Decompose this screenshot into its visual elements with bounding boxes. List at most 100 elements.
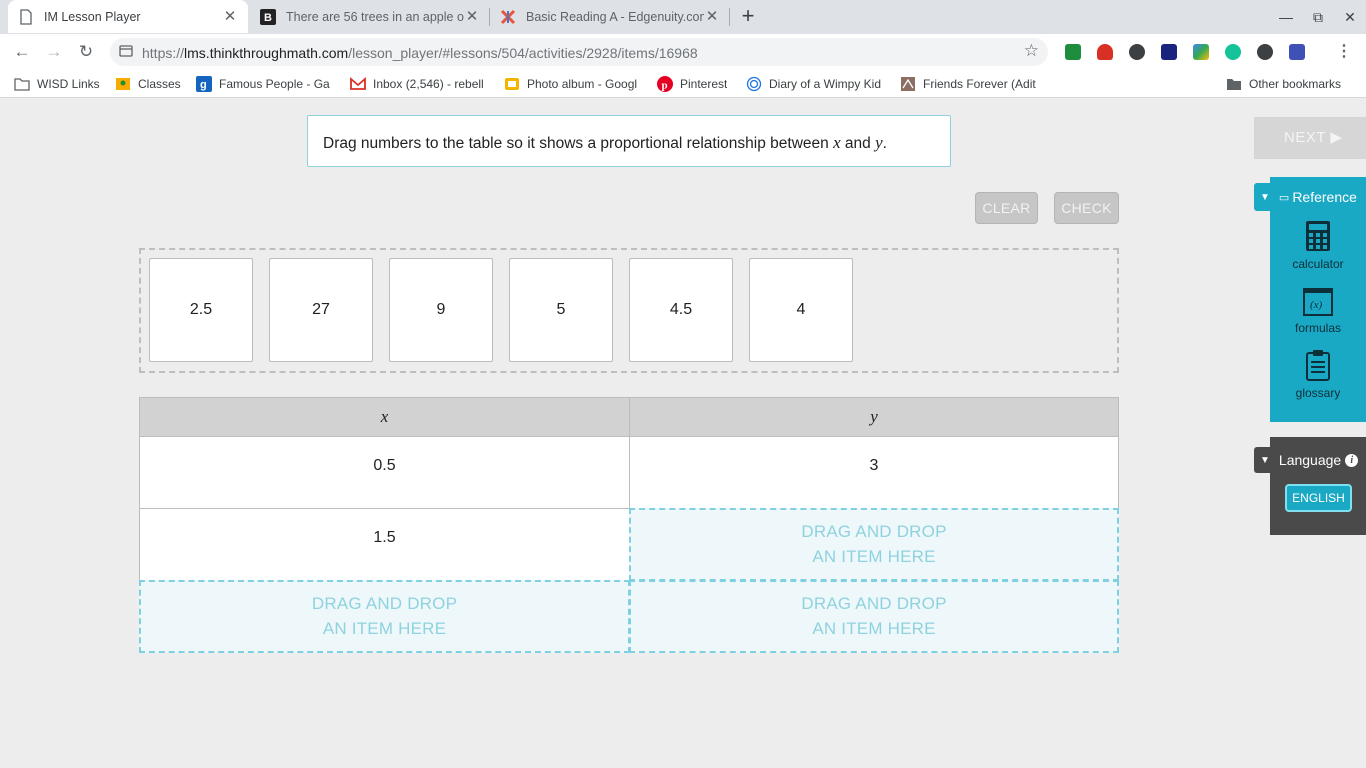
back-arrow-icon[interactable]: ← bbox=[10, 40, 34, 64]
edgenuity-favicon-icon bbox=[500, 9, 516, 24]
formulas-icon: (x) bbox=[1303, 288, 1333, 316]
reference-icon: ▭ bbox=[1278, 191, 1290, 204]
tab-title: Basic Reading A - Edgenuity.com bbox=[526, 9, 704, 24]
number-tile[interactable]: 5 bbox=[509, 258, 613, 362]
gale-g-icon: g bbox=[196, 76, 212, 92]
language-toggle[interactable]: ▼ Language i bbox=[1254, 447, 1366, 473]
url-host: lms.thinkthroughmath.com bbox=[184, 45, 349, 61]
calculator-tool[interactable]: calculator bbox=[1270, 220, 1366, 271]
question-prompt: Drag numbers to the table so it shows a … bbox=[307, 115, 951, 167]
clear-button[interactable]: CLEAR bbox=[975, 192, 1038, 224]
slides-icon bbox=[505, 78, 519, 90]
number-tile[interactable]: 2.5 bbox=[149, 258, 253, 362]
extension-navy-icon[interactable] bbox=[1161, 44, 1177, 60]
browser-menu-icon[interactable]: ⋮ bbox=[1334, 42, 1354, 62]
tool-label: calculator bbox=[1292, 257, 1344, 271]
bookmark-classes[interactable]: Classes bbox=[115, 76, 181, 92]
tab-title: IM Lesson Player bbox=[44, 9, 141, 24]
bookmark-label: Classes bbox=[138, 77, 181, 91]
folder-icon bbox=[1227, 79, 1241, 90]
book-thumb-icon bbox=[901, 77, 915, 91]
tool-label: glossary bbox=[1295, 386, 1341, 400]
reference-panel: calculator (x) formulas glossary bbox=[1270, 177, 1366, 422]
drop-zone-y-row3[interactable]: DRAG AND DROP AN ITEM HERE bbox=[629, 580, 1119, 653]
bookmark-pinterest[interactable]: p Pinterest bbox=[657, 76, 727, 92]
table-header-x: x bbox=[139, 397, 630, 437]
bookmark-wisd-links[interactable]: WISD Links bbox=[14, 76, 100, 92]
bookmark-diary-wimpy-kid[interactable]: Diary of a Wimpy Kid bbox=[746, 76, 884, 92]
extension-gear-icon[interactable] bbox=[1257, 44, 1273, 60]
tab-im-lesson-player[interactable]: IM Lesson Player ✕ bbox=[8, 0, 248, 33]
minimize-icon[interactable]: — bbox=[1274, 5, 1298, 29]
bookmark-famous-people[interactable]: g Famous People - Ga bbox=[196, 76, 332, 92]
drop-zone-text: AN ITEM HERE bbox=[812, 619, 936, 638]
prompt-text: Drag numbers to the table so it shows a … bbox=[323, 135, 834, 152]
bookmark-other-bookmarks[interactable]: Other bookmarks bbox=[1226, 76, 1341, 92]
close-window-icon[interactable]: ✕ bbox=[1338, 5, 1362, 29]
number-tile[interactable]: 4.5 bbox=[629, 258, 733, 362]
drop-zone-x-row3[interactable]: DRAG AND DROP AN ITEM HERE bbox=[139, 580, 630, 653]
restore-icon[interactable]: ⧉ bbox=[1306, 5, 1330, 29]
bookmark-photo-album[interactable]: Photo album - Googl bbox=[504, 76, 640, 92]
check-button[interactable]: CHECK bbox=[1054, 192, 1119, 224]
browser-toolbar: ← → ↻ https://lms.thinkthroughmath.com/l… bbox=[0, 34, 1366, 70]
number-tile[interactable]: 9 bbox=[389, 258, 493, 362]
close-tab-icon[interactable]: ✕ bbox=[704, 8, 720, 25]
extension-red-icon[interactable] bbox=[1097, 44, 1113, 60]
clipboard-icon bbox=[1306, 350, 1330, 381]
table-header-y: y bbox=[629, 397, 1119, 437]
prompt-variable-y: y bbox=[875, 133, 883, 152]
table-cell-x-row2: 1.5 bbox=[139, 508, 630, 581]
info-icon[interactable]: i bbox=[1345, 453, 1359, 467]
reference-toggle[interactable]: ▼ ▭ Reference bbox=[1254, 183, 1366, 211]
number-tile[interactable]: 27 bbox=[269, 258, 373, 362]
globe-icon bbox=[746, 76, 762, 92]
svg-text:g: g bbox=[200, 79, 207, 91]
extension-multicolor-icon[interactable] bbox=[1193, 44, 1209, 60]
english-language-button[interactable]: ENGLISH bbox=[1285, 484, 1352, 512]
next-button[interactable]: NEXT ▶ bbox=[1254, 117, 1366, 159]
bookmark-label: Photo album - Googl bbox=[527, 77, 638, 91]
pinterest-icon: p bbox=[657, 76, 673, 92]
grammarly-extension-icon[interactable] bbox=[1225, 44, 1241, 60]
prompt-variable-x: x bbox=[833, 133, 841, 152]
extension-c-icon[interactable] bbox=[1289, 44, 1305, 60]
drop-zone-y-row2[interactable]: DRAG AND DROP AN ITEM HERE bbox=[629, 508, 1119, 581]
glossary-tool[interactable]: glossary bbox=[1270, 349, 1366, 400]
proportion-table: x y 0.5 3 1.5 DRAG AND DROP AN ITEM HERE… bbox=[139, 397, 1119, 653]
tab-title: There are 56 trees in an apple or bbox=[286, 9, 464, 24]
reference-title: Reference bbox=[1292, 189, 1357, 205]
new-tab-icon[interactable]: + bbox=[736, 5, 760, 29]
bookmark-label: Other bookmarks bbox=[1249, 77, 1342, 91]
svg-text:B: B bbox=[264, 12, 272, 24]
site-info-icon[interactable] bbox=[119, 44, 133, 58]
bookmark-friends-forever[interactable]: Friends Forever (Adit bbox=[900, 76, 1038, 92]
bookmark-label: Inbox (2,546) - rebell bbox=[373, 77, 484, 91]
brainly-favicon-icon: B bbox=[260, 8, 276, 25]
google-classroom-extension-icon[interactable] bbox=[1065, 44, 1081, 60]
bookmark-label: Diary of a Wimpy Kid bbox=[769, 77, 882, 91]
url-scheme: https:// bbox=[142, 45, 185, 61]
extension-dark-icon[interactable] bbox=[1129, 44, 1145, 60]
formulas-tool[interactable]: (x) formulas bbox=[1270, 288, 1366, 335]
close-tab-icon[interactable]: ✕ bbox=[464, 8, 480, 25]
bookmarks-bar: WISD Links Classes g Famous People - Ga … bbox=[0, 70, 1366, 98]
drop-zone-text: DRAG AND DROP bbox=[801, 522, 947, 541]
language-title: Language bbox=[1278, 452, 1342, 468]
forward-arrow-icon[interactable]: → bbox=[42, 40, 66, 64]
tab-apple-trees[interactable]: B There are 56 trees in an apple or ✕ bbox=[250, 0, 490, 33]
address-bar[interactable]: https://lms.thinkthroughmath.com/lesson_… bbox=[110, 38, 1048, 66]
number-tile[interactable]: 4 bbox=[749, 258, 853, 362]
reload-icon[interactable]: ↻ bbox=[74, 40, 98, 64]
bookmark-star-icon[interactable]: ☆ bbox=[1024, 41, 1039, 61]
collapse-triangle-icon: ▼ bbox=[1260, 191, 1270, 203]
close-tab-icon[interactable]: ✕ bbox=[222, 8, 238, 25]
collapse-triangle-icon: ▼ bbox=[1260, 454, 1270, 466]
tab-edgenuity[interactable]: Basic Reading A - Edgenuity.com ✕ bbox=[490, 0, 730, 33]
bookmark-inbox[interactable]: Inbox (2,546) - rebell bbox=[350, 76, 488, 92]
bookmark-label: WISD Links bbox=[37, 77, 100, 91]
drop-zone-text: AN ITEM HERE bbox=[812, 547, 936, 566]
classroom-icon bbox=[116, 78, 130, 90]
svg-text:(x): (x) bbox=[1310, 299, 1323, 311]
gmail-icon bbox=[350, 77, 366, 90]
